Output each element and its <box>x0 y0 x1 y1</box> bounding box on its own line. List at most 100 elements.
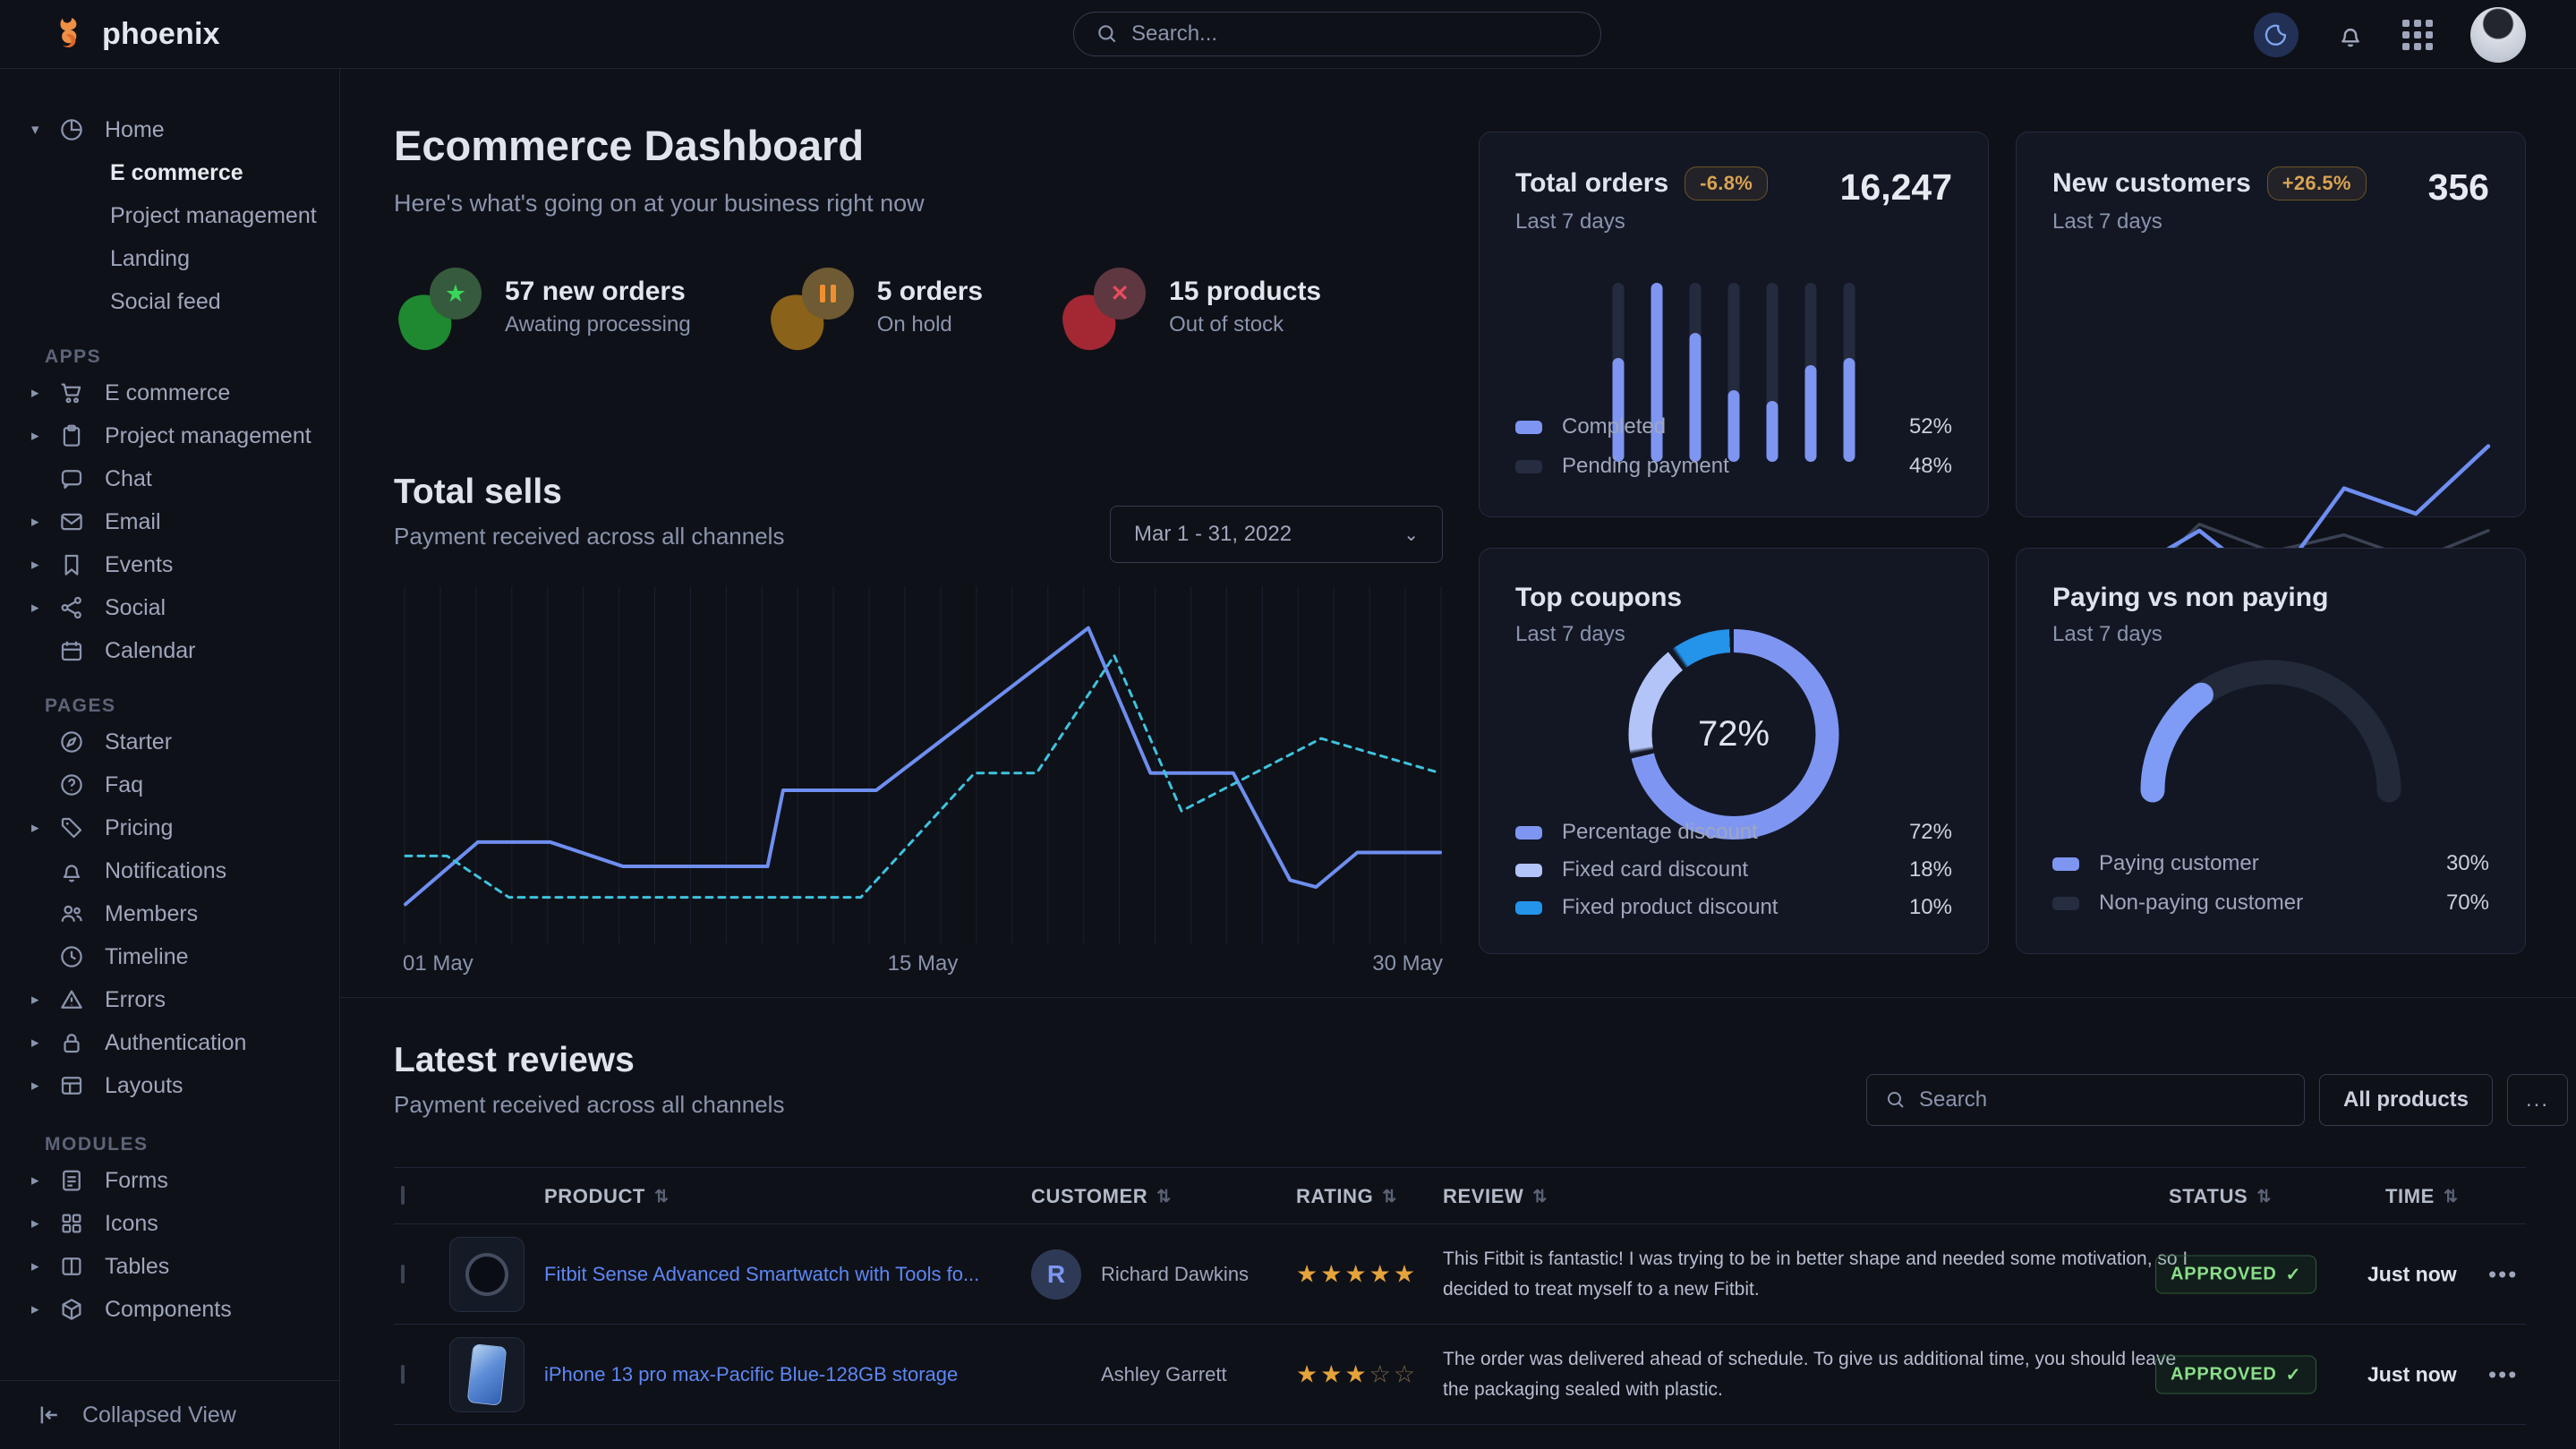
sidebar-item-project-management-dashboard[interactable]: Project management <box>0 194 339 237</box>
sidebar-item-pricing[interactable]: ▸ Pricing <box>0 806 339 849</box>
sidebar-section-modules: MODULES <box>45 1134 339 1155</box>
dark-mode-toggle[interactable] <box>2254 13 2299 57</box>
check-icon: ✓ <box>2286 1263 2302 1285</box>
sidebar-item-errors[interactable]: ▸ Errors <box>0 978 339 1021</box>
caret-right-icon: ▸ <box>31 384 58 402</box>
sort-icon[interactable]: ⇅ <box>1532 1187 1548 1207</box>
paying-card: Paying vs non paying Last 7 days Paying … <box>2016 548 2526 954</box>
stat-on-hold: 5 orders On hold <box>772 264 983 350</box>
sort-icon[interactable]: ⇅ <box>1382 1187 1397 1207</box>
sidebar-item-landing[interactable]: Landing <box>0 237 339 280</box>
total-orders-value: 16,247 <box>1840 166 1952 209</box>
column-time[interactable]: TIME <box>2385 1185 2435 1208</box>
sidebar-item-calendar[interactable]: ▸ Calendar <box>0 629 339 672</box>
question-circle-icon <box>58 771 105 798</box>
caret-right-icon: ▸ <box>31 819 58 837</box>
sidebar-item-label: E commerce <box>105 380 230 406</box>
reviews-search-input[interactable] <box>1919 1087 2286 1112</box>
global-search-input[interactable] <box>1131 21 1579 47</box>
sidebar-item-authentication[interactable]: ▸ Authentication <box>0 1021 339 1064</box>
clipboard-icon <box>58 422 105 449</box>
reviews-search[interactable] <box>1866 1074 2305 1126</box>
sidebar-item-label: Events <box>105 552 173 578</box>
sidebar-item-home[interactable]: ▾ Home <box>0 108 339 151</box>
legend-value: 10% <box>1909 895 1952 920</box>
column-status[interactable]: STATUS <box>2169 1185 2248 1208</box>
review-row <box>394 1425 2526 1449</box>
top-coupons-card: Top coupons Last 7 days 72% Percentage d… <box>1479 548 1989 954</box>
sidebar-item-members[interactable]: ▸ Members <box>0 892 339 935</box>
column-product[interactable]: PRODUCT <box>544 1185 645 1208</box>
select-all-checkbox[interactable] <box>401 1186 405 1205</box>
sort-icon[interactable]: ⇅ <box>2256 1187 2272 1207</box>
review-text: This Fitbit is fantastic! I was trying t… <box>1443 1244 2204 1305</box>
table-columns-icon <box>58 1253 105 1280</box>
sidebar-item-ecommerce-app[interactable]: ▸ E commerce <box>0 371 339 414</box>
sidebar-item-faq[interactable]: ▸ Faq <box>0 763 339 806</box>
sidebar-item-project-management[interactable]: ▸ Project management <box>0 414 339 457</box>
sidebar-item-label: Members <box>105 901 198 927</box>
product-link[interactable]: Fitbit Sense Advanced Smartwatch with To… <box>544 1263 979 1286</box>
caret-right-icon: ▸ <box>31 427 58 445</box>
stat-value: 57 new orders <box>505 277 691 307</box>
reviews-subtitle: Payment received across all channels <box>394 1091 784 1119</box>
caret-right-icon: ▸ <box>31 1257 58 1275</box>
sidebar-item-label: Errors <box>105 987 166 1013</box>
sidebar-item-notifications[interactable]: ▸ Notifications <box>0 849 339 892</box>
date-range-select[interactable]: Mar 1 - 31, 2022 ⌄ <box>1110 506 1443 563</box>
sidebar-item-social-feed[interactable]: Social feed <box>0 280 339 323</box>
row-menu-button[interactable]: ••• <box>2488 1360 2518 1388</box>
sidebar-item-starter[interactable]: ▸ Starter <box>0 720 339 763</box>
caret-right-icon: ▸ <box>31 1034 58 1052</box>
sidebar-item-label: Tables <box>105 1254 169 1280</box>
sidebar-item-social[interactable]: ▸ Social <box>0 586 339 629</box>
status-badge: APPROVED✓ <box>2155 1255 2316 1293</box>
sidebar-item-icons[interactable]: ▸ Icons <box>0 1202 339 1245</box>
paying-gauge-chart <box>2128 647 2414 808</box>
row-checkbox[interactable] <box>401 1365 405 1384</box>
sidebar-item-forms[interactable]: ▸ Forms <box>0 1159 339 1202</box>
sidebar-item-tables[interactable]: ▸ Tables <box>0 1245 339 1288</box>
row-menu-button[interactable]: ••• <box>2488 1260 2518 1288</box>
review-time: Just now <box>2367 1262 2457 1286</box>
donut-center-value: 72% <box>1698 714 1770 754</box>
column-review[interactable]: REVIEW <box>1443 1185 1523 1208</box>
notifications-button[interactable] <box>2336 21 2365 49</box>
review-row: iPhone 13 pro max-Pacific Blue-128GB sto… <box>394 1325 2526 1425</box>
product-link[interactable]: iPhone 13 pro max-Pacific Blue-128GB sto… <box>544 1363 958 1386</box>
apps-launcher-button[interactable] <box>2402 20 2433 50</box>
sidebar-item-events[interactable]: ▸ Events <box>0 543 339 586</box>
user-avatar[interactable] <box>2470 7 2526 63</box>
column-customer[interactable]: CUSTOMER <box>1031 1185 1147 1208</box>
sort-icon[interactable]: ⇅ <box>654 1187 670 1207</box>
page-subtitle: Here's what's going on at your business … <box>394 190 925 217</box>
sidebar-item-label: Pricing <box>105 815 173 841</box>
sidebar-item-timeline[interactable]: ▸ Timeline <box>0 935 339 978</box>
global-search[interactable] <box>1073 12 1601 56</box>
all-products-filter-button[interactable]: All products <box>2319 1074 2493 1126</box>
caret-right-icon: ▸ <box>31 1077 58 1095</box>
legend-value: 18% <box>1909 857 1952 882</box>
legend-label: Pending payment <box>1562 454 1909 479</box>
sidebar-item-components[interactable]: ▸ Components <box>0 1288 339 1331</box>
stat-out-of-stock: ✕ 15 products Out of stock <box>1063 264 1321 350</box>
sidebar-item-chat[interactable]: ▸ Chat <box>0 457 339 500</box>
sidebar-item-ecommerce-dashboard[interactable]: E commerce <box>0 151 339 194</box>
search-icon <box>1096 22 1119 46</box>
column-rating[interactable]: RATING <box>1296 1185 1373 1208</box>
legend-label: Percentage discount <box>1562 820 1909 845</box>
reviews-more-button[interactable]: ... <box>2507 1074 2568 1126</box>
caret-down-icon: ▾ <box>31 121 58 139</box>
check-icon: ✓ <box>2286 1363 2302 1385</box>
sidebar-item-email[interactable]: ▸ Email <box>0 500 339 543</box>
row-checkbox[interactable] <box>401 1265 405 1283</box>
product-thumbnail-smartwatch[interactable] <box>449 1237 525 1312</box>
sidebar-item-layouts[interactable]: ▸ Layouts <box>0 1064 339 1107</box>
customer-avatar: R <box>1031 1249 1081 1300</box>
collapse-sidebar-button[interactable]: Collapsed View <box>0 1380 340 1449</box>
brand-logo[interactable]: phoenix <box>50 14 220 54</box>
sort-icon[interactable]: ⇅ <box>1156 1187 1172 1207</box>
sort-icon[interactable]: ⇅ <box>2444 1187 2459 1207</box>
product-thumbnail-iphone[interactable] <box>449 1337 525 1412</box>
sidebar-item-label: Authentication <box>105 1030 246 1056</box>
